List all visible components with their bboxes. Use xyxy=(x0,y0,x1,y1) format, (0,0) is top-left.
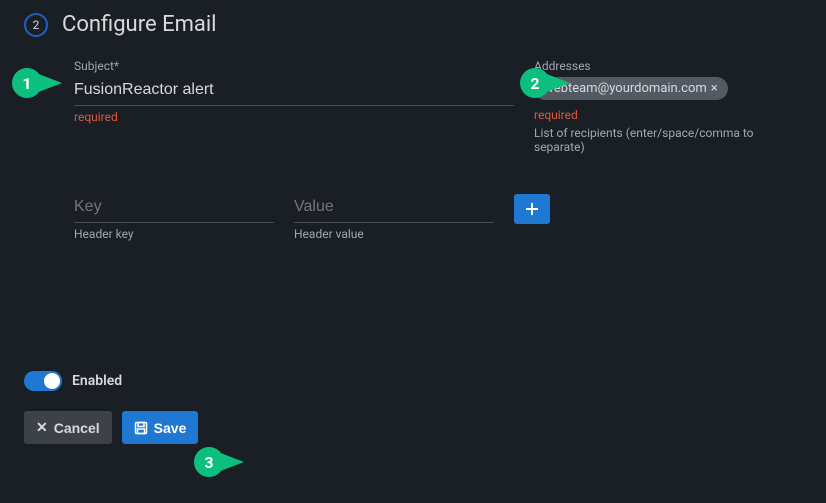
save-button-label: Save xyxy=(154,420,187,436)
header-value-input[interactable] xyxy=(294,194,494,223)
close-icon: ✕ xyxy=(36,419,48,436)
save-button[interactable]: Save xyxy=(122,411,199,444)
addresses-validation: required xyxy=(534,108,786,122)
subject-field-group: Subject* required xyxy=(74,59,514,154)
step-header: 2 Configure Email xyxy=(0,0,826,45)
action-buttons: ✕ Cancel Save xyxy=(0,401,826,454)
subject-label: Subject* xyxy=(74,59,514,73)
header-key-input[interactable] xyxy=(74,194,274,223)
enabled-toggle[interactable] xyxy=(24,371,62,391)
addresses-label: Addresses xyxy=(534,59,786,73)
header-key-group: Header key xyxy=(74,194,274,241)
save-icon xyxy=(134,421,148,435)
add-header-button[interactable] xyxy=(514,194,550,224)
addresses-chip-container[interactable]: webteam@yourdomain.com × xyxy=(534,77,786,104)
form-area: Subject* required Addresses webteam@your… xyxy=(0,45,826,241)
addresses-helper: List of recipients (enter/space/comma to… xyxy=(534,126,786,154)
annotation-3-number: 3 xyxy=(204,453,213,472)
subject-validation: required xyxy=(74,110,514,124)
cancel-button[interactable]: ✕ Cancel xyxy=(24,411,112,444)
address-chip[interactable]: webteam@yourdomain.com × xyxy=(534,77,728,100)
enabled-row: Enabled xyxy=(0,361,826,401)
addresses-field-group: Addresses webteam@yourdomain.com × requi… xyxy=(534,59,786,154)
enabled-label: Enabled xyxy=(72,373,122,389)
header-key-helper: Header key xyxy=(74,227,274,241)
cancel-button-label: Cancel xyxy=(54,420,100,436)
close-icon[interactable]: × xyxy=(711,81,718,96)
step-number: 2 xyxy=(33,18,40,32)
header-value-helper: Header value xyxy=(294,227,494,241)
headers-row: Header key Header value xyxy=(74,194,786,241)
subject-input[interactable] xyxy=(74,77,514,106)
plus-icon xyxy=(524,201,540,217)
page-title: Configure Email xyxy=(62,12,217,37)
toggle-knob xyxy=(44,373,60,389)
address-chip-text: webteam@yourdomain.com xyxy=(544,81,707,96)
header-value-group: Header value xyxy=(294,194,494,241)
step-number-circle: 2 xyxy=(24,13,48,37)
